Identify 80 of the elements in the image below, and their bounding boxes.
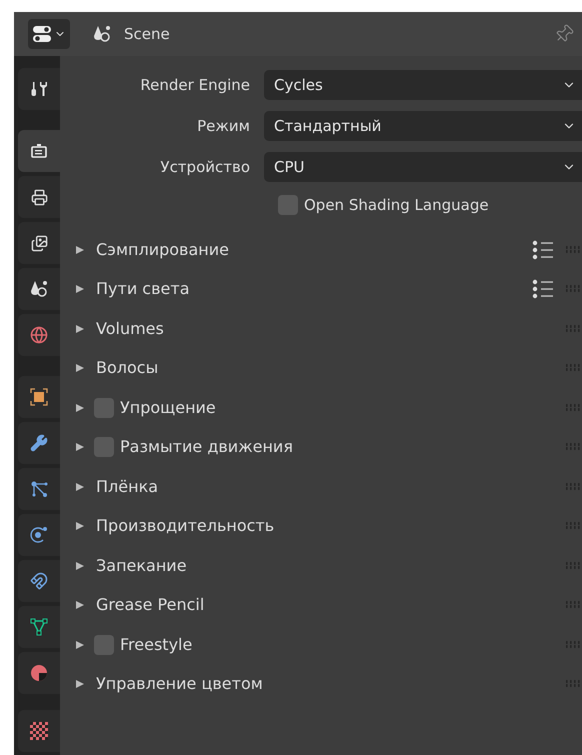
panel-header[interactable]: Размытие движения	[60, 428, 582, 467]
field-label: Режим	[196, 116, 251, 137]
properties-tab[interactable]	[18, 268, 60, 310]
panel-title: Плёнка	[96, 476, 158, 498]
expand-arrow-icon	[76, 522, 84, 530]
expand-arrow-icon	[76, 640, 84, 649]
expand-arrow-icon	[76, 364, 84, 372]
expand-arrow-icon	[76, 443, 84, 452]
checkbox[interactable]	[94, 634, 114, 655]
panel-header[interactable]: Сэмплирование	[60, 230, 582, 270]
properties-tab[interactable]	[18, 68, 60, 110]
panel-header[interactable]: Производительность	[60, 506, 582, 546]
expand-arrow-icon	[76, 680, 84, 688]
properties-tab[interactable]	[18, 652, 60, 694]
panel-title: Размытие движения	[120, 436, 293, 458]
panel-title: Запекание	[96, 554, 187, 577]
panel-header[interactable]: Grease Pencil	[60, 586, 582, 625]
globe-icon	[30, 326, 48, 344]
object-icon	[30, 388, 48, 406]
properties-tab[interactable]	[18, 176, 60, 218]
panel-title: Управление цветом	[96, 673, 263, 696]
dropdown-field[interactable]: Cycles	[264, 70, 582, 100]
checkbox[interactable]	[278, 195, 298, 215]
properties-tab[interactable]	[18, 606, 60, 648]
panel-header[interactable]: Волосы	[60, 348, 582, 388]
properties-tab[interactable]	[18, 314, 60, 356]
expand-arrow-icon	[76, 285, 84, 294]
material-icon	[30, 664, 48, 682]
panel-title: Grease Pencil	[96, 594, 204, 616]
triangle-mesh-icon	[30, 618, 48, 636]
panel-header[interactable]: Freestyle	[60, 625, 582, 664]
panel-title: Freestyle	[120, 634, 192, 656]
properties-tab[interactable]	[18, 222, 60, 264]
field-label: Render Engine	[139, 74, 251, 96]
panel-title: Упрощение	[120, 396, 216, 419]
panel-header[interactable]: Пути света	[60, 270, 582, 309]
presets-icon[interactable]	[532, 240, 554, 260]
particles-icon	[30, 480, 48, 498]
expand-arrow-icon	[76, 246, 84, 254]
checkbox-label: Open Shading Language	[304, 194, 489, 216]
properties-tab[interactable]	[18, 422, 60, 464]
images-icon	[30, 234, 48, 252]
expand-arrow-icon	[76, 482, 84, 491]
panel-header[interactable]: Управление цветом	[60, 664, 582, 704]
scene-title: Scene	[124, 24, 170, 45]
expand-arrow-icon	[76, 562, 84, 570]
properties-tab[interactable]	[18, 468, 60, 510]
editor-type-button[interactable]	[28, 19, 70, 49]
panel-title: Сэмплирование	[96, 238, 229, 261]
properties-tab[interactable]	[18, 130, 60, 172]
render-icon	[30, 142, 48, 160]
wrench-icon	[30, 434, 48, 452]
properties-tab[interactable]	[18, 514, 60, 556]
panel-title: Производительность	[96, 515, 274, 538]
expand-arrow-icon	[76, 601, 84, 610]
properties-tab[interactable]	[18, 560, 60, 602]
expand-arrow-icon	[76, 324, 84, 333]
scene-icon	[29, 279, 49, 299]
panel-header[interactable]: Volumes	[60, 309, 582, 348]
panel-title: Пути света	[96, 278, 190, 300]
toggle-icon	[32, 24, 52, 44]
panel-title: Volumes	[96, 318, 164, 340]
physics-icon	[30, 526, 48, 544]
dropdown-field[interactable]: CPU	[264, 152, 582, 182]
checker-icon	[30, 722, 48, 740]
expand-arrow-icon	[76, 404, 84, 412]
field-label: Устройство	[159, 156, 251, 178]
panel-title: Волосы	[96, 357, 158, 380]
checkbox[interactable]	[94, 437, 114, 458]
checkbox[interactable]	[94, 398, 114, 418]
properties-tab[interactable]	[18, 376, 60, 418]
panel-header[interactable]: Запекание	[60, 546, 582, 586]
panel-header[interactable]: Упрощение	[60, 388, 582, 428]
properties-tab[interactable]	[18, 710, 60, 752]
printer-icon	[30, 188, 48, 206]
presets-icon[interactable]	[532, 279, 554, 300]
tool-icon	[30, 80, 48, 98]
scene-icon	[92, 24, 112, 44]
dropdown-field[interactable]: Стандартный	[264, 111, 582, 141]
panel-header[interactable]: Плёнка	[60, 467, 582, 506]
